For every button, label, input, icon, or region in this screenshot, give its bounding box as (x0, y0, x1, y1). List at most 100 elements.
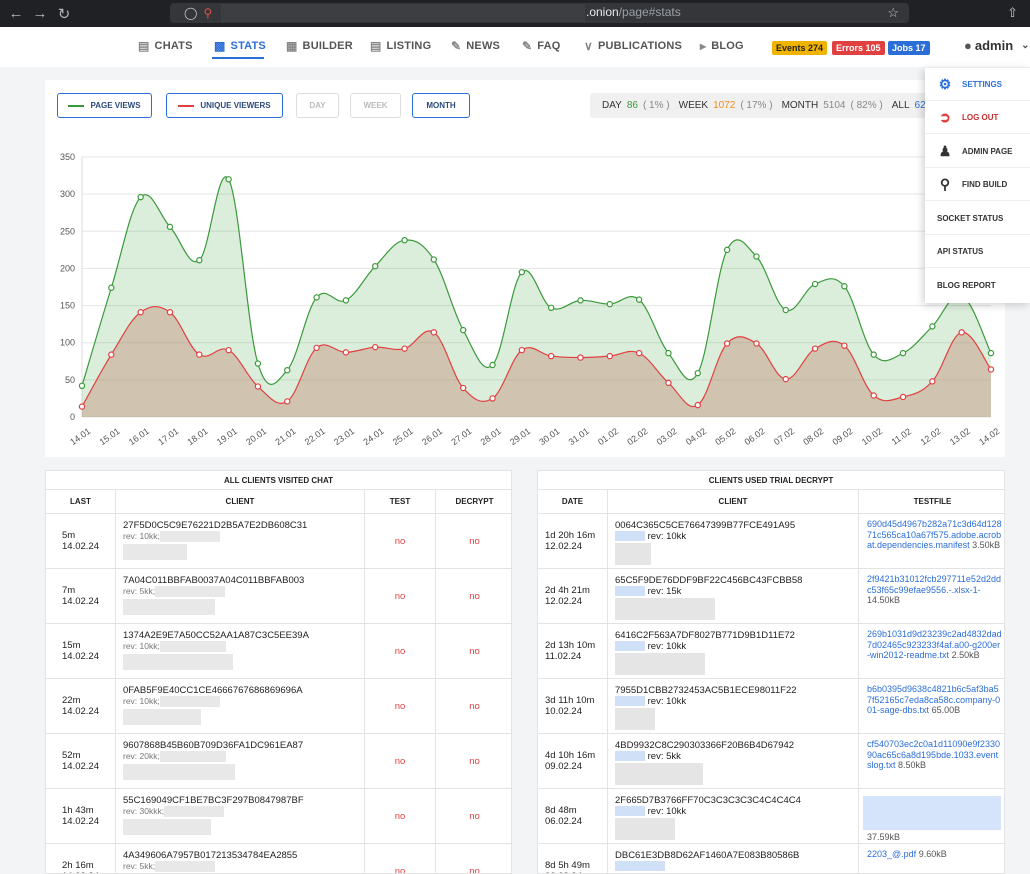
table-row[interactable]: 8d 5h 49m06.02.24 DBC61E3DB8D62AF1460A7E0… (538, 844, 1004, 873)
day-range-button[interactable]: DAY (296, 93, 339, 118)
unique-viewers-point (547, 352, 555, 360)
x-tick-label: 30.01 (537, 426, 561, 447)
page-views-point (401, 236, 408, 244)
client-id[interactable]: 0FAB5F9E40CC1CE4666767686869696A (123, 685, 364, 696)
menu-admin-page[interactable]: ♟ ADMIN PAGE (925, 135, 1030, 168)
testfile-link[interactable]: 269b1031d9d23239c2ad4832dad7d02465c92323… (867, 629, 1002, 660)
redacted-text (155, 861, 216, 872)
redacted-text (615, 586, 645, 596)
redacted-text (164, 806, 225, 817)
client-id[interactable]: 65C5F9DE76DDF9BF22C456BC43FCBB58 (615, 575, 858, 586)
page-views-point (987, 349, 995, 357)
last-seen-cell: 1h 43m 14.02.24 (46, 789, 116, 844)
menu-log-out[interactable]: ➲ LOG OUT (925, 101, 1030, 134)
col-client: CLIENT (116, 490, 365, 514)
nav-builder[interactable]: ▦ BUILDER (286, 39, 353, 53)
decrypt-cell: no (469, 701, 480, 712)
client-id[interactable]: 4A349606A7957B017213534784EA2855 (123, 850, 364, 861)
decrypt-cell: no (469, 866, 480, 874)
table-row[interactable]: 22m 14.02.24 0FAB5F9E40CC1CE46667676868696… (46, 679, 511, 734)
table-row[interactable]: 1d 20h 16m 12.02.24 0064C365C5CE76647399B7… (538, 514, 1004, 569)
client-id[interactable]: 1374A2E9E7A50CC52AA1A87C3C5EE39A (123, 630, 364, 641)
redacted-text (123, 819, 211, 835)
table-row[interactable]: 15m 14.02.24 1374A2E9E7A50CC52AA1A87C3C5EE… (46, 624, 511, 679)
test-cell: no (365, 844, 436, 873)
client-id[interactable]: DBC61E3DB8D62AF1460A7E083B80586B (615, 850, 858, 861)
date-cell: 4d 10h 16m 09.02.24 (538, 734, 608, 789)
unique-viewers-point (723, 340, 731, 347)
col-client: CLIENT (608, 490, 859, 514)
x-tick-label: 17.01 (156, 426, 180, 447)
page-views-point (137, 193, 144, 201)
table-row[interactable]: 2d 13h 10m 11.02.24 6416C2F563A7DF8027B771… (538, 624, 1004, 679)
client-id[interactable]: 2F665D7B3766FF70C3C3C3C3C4C4C4C4 (615, 795, 858, 806)
table-row[interactable]: 2h 16m14.02.244A349606A7957B017213534784… (46, 844, 511, 874)
x-tick-label: 24.01 (361, 426, 385, 447)
client-cell: 1374A2E9E7A50CC52AA1A87C3C5EE39A rev: 10k… (116, 624, 365, 679)
menu-socket-status[interactable]: SOCKET STATUS (925, 202, 1030, 235)
menu-find-build[interactable]: ⚲ FIND BUILD (925, 168, 1030, 201)
page-views-point (723, 246, 731, 254)
test-cell: no (365, 679, 436, 734)
x-tick-label: 03.02 (655, 426, 679, 447)
col-testfile: TESTFILE (913, 497, 952, 506)
testfile-link[interactable]: cf540703ec2c0a1d11090e9f233090ac65c6a8d1… (867, 739, 1000, 770)
table-row[interactable]: 4d 10h 16m 09.02.24 4BD9932C8C290303366F20… (538, 734, 1004, 789)
client-id[interactable]: 4BD9932C8C290303366F20B6B4D67942 (615, 740, 858, 751)
client-id[interactable]: 0064C365C5CE76647399B77FCE491A95 (615, 520, 858, 531)
events-badge[interactable]: Events 274 (772, 41, 828, 55)
nav-faq[interactable]: ✎ FAQ (522, 39, 560, 53)
nav-news[interactable]: ✎ NEWS (451, 39, 500, 53)
table-row[interactable]: 1h 43m 14.02.24 55C169049CF1BE7BC3F297B084… (46, 789, 511, 844)
client-cell: 0064C365C5CE76647399B77FCE491A95 rev: 10… (608, 514, 859, 569)
nav-publications[interactable]: ∨ PUBLICATIONS (584, 39, 682, 53)
unique-viewers-point (459, 384, 467, 392)
nav-blog[interactable]: ▸ BLOG (700, 39, 744, 53)
month-range-button[interactable]: MONTH (412, 93, 470, 118)
client-id[interactable]: 9607868B45B60B709D36FA1DC961EA87 (123, 740, 364, 751)
page-views-toggle[interactable]: PAGE VIEWS (57, 93, 152, 118)
errors-badge[interactable]: Errors 105 (832, 41, 885, 55)
address-bar[interactable]: ◯ ⚲ .onion/page#stats ☆ (170, 3, 909, 23)
client-id[interactable]: 7A04C011BBFAB0037A04C011BBFAB003 (123, 575, 364, 586)
table-row[interactable]: 7m 14.02.24 7A04C011BBFAB0037A04C011BBFAB0… (46, 569, 511, 624)
jobs-badge[interactable]: Jobs 17 (888, 41, 930, 55)
table-row[interactable]: 2d 4h 21m 12.02.24 65C5F9DE76DDF9BF22C456B… (538, 569, 1004, 624)
nav-chats[interactable]: ▤ CHATS (138, 39, 193, 53)
redacted-filename (863, 796, 1001, 830)
testfile-link[interactable]: 2f9421b31012fcb297711e52d2ddc53f65c99efa… (867, 574, 1001, 595)
back-arrow-icon[interactable]: ← (4, 5, 28, 22)
bookmark-star-icon[interactable]: ☆ (887, 5, 899, 21)
date-cell: 2d 13h 10m 11.02.24 (538, 624, 608, 679)
redacted-text (615, 653, 705, 675)
unique-viewers-toggle[interactable]: UNIQUE VIEWERS (166, 93, 283, 118)
unique-viewers-point (137, 309, 144, 316)
menu-settings[interactable]: ⚙ SETTINGS (925, 68, 1030, 101)
forward-arrow-icon[interactable]: → (28, 5, 52, 22)
redacted-text (159, 531, 220, 542)
menu-api-status[interactable]: API STATUS (925, 235, 1030, 268)
decrypt-cell: no (469, 536, 480, 547)
client-id[interactable]: 7955D1CBB2732453AC5B1ECE98011F22 (615, 685, 858, 696)
user-menu[interactable]: ● admin ⌄ (964, 38, 1030, 53)
client-id[interactable]: 6416C2F563A7DF8027B771D9B1D11E72 (615, 630, 858, 641)
table-row[interactable]: 52m 14.02.24 9607868B45B60B709D36FA1DC961E… (46, 734, 511, 789)
client-id[interactable]: 55C169049CF1BE7BC3F297B0847987BF (123, 795, 364, 806)
page-views-point (606, 300, 614, 308)
redacted-url (221, 4, 585, 22)
page-views-point (929, 323, 936, 330)
nav-listing[interactable]: ▤ LISTING (370, 39, 431, 53)
lock-icon[interactable]: ⚲ (203, 6, 212, 20)
reload-icon[interactable]: ↻ (52, 5, 76, 23)
week-range-button[interactable]: WEEK (350, 93, 401, 118)
table-row[interactable]: 5m 14.02.24 27F5D0C5C9E76221D2B5A7E2DB608C… (46, 514, 511, 569)
client-id[interactable]: 27F5D0C5C9E76221D2B5A7E2DB608C31 (123, 520, 364, 531)
menu-blog-report[interactable]: BLOG REPORT (925, 269, 1030, 302)
table-row[interactable]: 3d 11h 10m 10.02.24 7955D1CBB2732453AC5B1E… (538, 679, 1004, 734)
nav-stats[interactable]: ▩ STATS (214, 39, 266, 53)
share-icon[interactable]: ⇧ (1007, 5, 1018, 21)
testfile-link[interactable]: 2203_@.pdf (867, 849, 916, 859)
y-tick-label: 0 (70, 412, 75, 422)
file-size: 14.50kB (867, 595, 901, 605)
table-row[interactable]: 8d 48m 06.02.24 2F665D7B3766FF70C3C3C3C3C4… (538, 789, 1004, 844)
